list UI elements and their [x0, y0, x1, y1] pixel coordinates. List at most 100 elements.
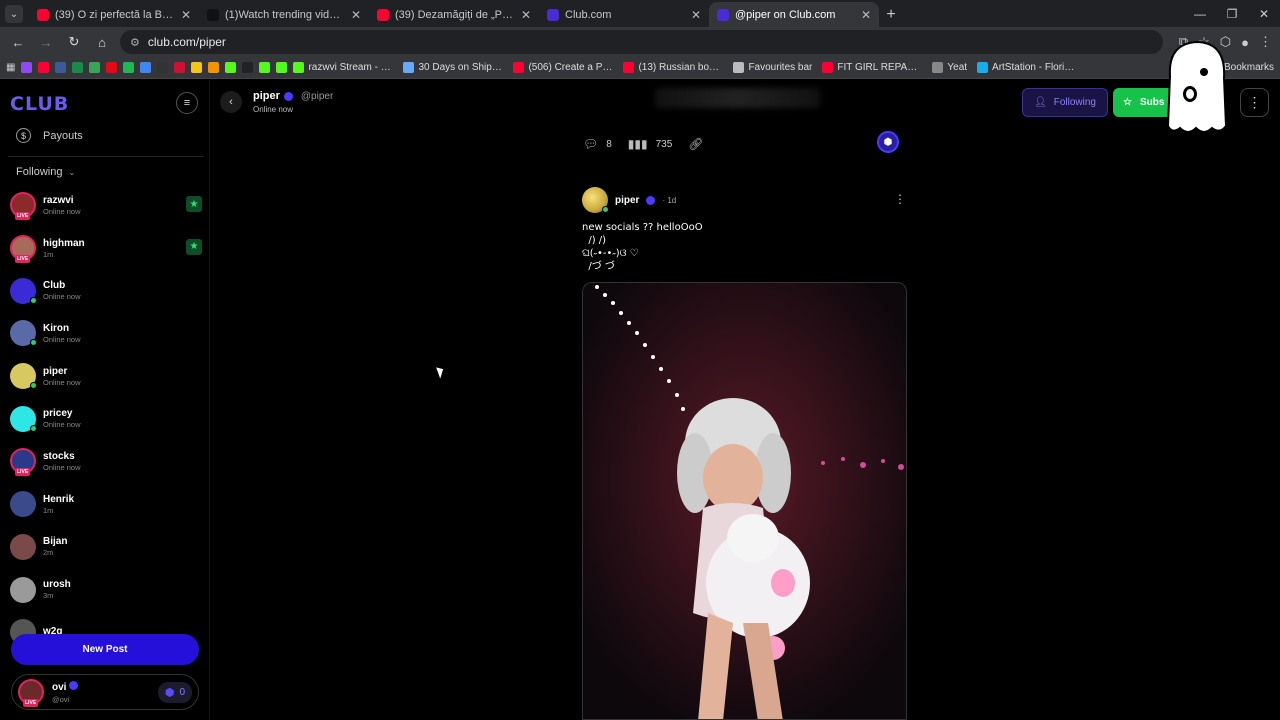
club-badge-icon[interactable]: ⬢ [877, 131, 899, 153]
browser-tab[interactable]: (39) Dezamăgiți de „Parisul” Ch ✕ [369, 2, 539, 27]
url-field[interactable]: ⚙ club.com/piper [120, 30, 1163, 54]
verified-icon [69, 680, 79, 690]
new-post-button[interactable]: New Post [11, 634, 199, 665]
menu-icon[interactable]: ≡ [176, 92, 198, 114]
restore-icon[interactable]: ❐ [1216, 7, 1248, 21]
tab-close-icon[interactable]: ✕ [861, 8, 871, 22]
post-author-avatar[interactable] [582, 187, 609, 213]
link-icon[interactable]: 🔗︎ [688, 137, 703, 151]
profile-name: piper @piper [253, 90, 334, 102]
avatar [10, 320, 37, 347]
sidebar-item-highman[interactable]: LIVE highman 1m ★ [10, 227, 202, 270]
url-text: club.com/piper [147, 35, 226, 49]
post-author[interactable]: piper [615, 195, 639, 206]
sidebar-item-stocks[interactable]: LIVE stocks Online now [10, 440, 202, 483]
post-image[interactable] [582, 282, 907, 720]
back-button[interactable]: ‹ [220, 91, 242, 113]
back-icon[interactable]: ← [8, 32, 28, 52]
fl-icon[interactable] [55, 62, 67, 73]
browser-tab[interactable]: @piper on Club.com ✕ [709, 2, 879, 27]
bookmark-item[interactable]: Yeat [932, 62, 967, 73]
tab-favicon-icon [717, 8, 729, 21]
sidebar-item-bijan[interactable]: Bijan 2m [10, 526, 202, 569]
bookmark-label: ArtStation - Florian... [992, 62, 1078, 73]
sidebar-item-pricey[interactable]: pricey Online now [10, 397, 202, 440]
m-icon[interactable] [242, 62, 254, 73]
post-photo [583, 283, 906, 719]
red-icon[interactable] [174, 62, 186, 73]
green-x-icon-2[interactable] [259, 62, 271, 73]
post-menu-icon[interactable]: ⋮ [894, 192, 906, 206]
bookmark-item[interactable]: 30 Days on Ship on... [403, 62, 503, 73]
club-logo[interactable]: CLUB [10, 93, 69, 115]
chevron-down-icon: ⌄ [68, 167, 76, 177]
following-dropdown[interactable]: Following ⌄ [16, 166, 75, 178]
minimize-icon[interactable]: — [1184, 7, 1216, 21]
bookmark-favicon-icon [293, 62, 305, 73]
coin-balance[interactable]: ⬢ 0 [157, 681, 192, 703]
close-window-icon[interactable]: ✕ [1248, 7, 1280, 21]
orange-icon[interactable] [208, 62, 220, 73]
coin-count: 0 [179, 686, 185, 698]
green-x-icon[interactable] [225, 62, 237, 73]
bookmark-icon[interactable] [157, 62, 169, 73]
profile-header: piper @piper Online now [253, 90, 333, 114]
bookmark-item[interactable]: (506) Create a Proce... [513, 62, 613, 73]
tab-close-icon[interactable]: ✕ [521, 8, 531, 22]
bookmark-label: Favourites bar [748, 62, 813, 73]
chrome-icon[interactable] [140, 62, 152, 73]
blurred-title [655, 88, 820, 108]
maps-icon[interactable] [89, 62, 101, 73]
bookmark-item[interactable]: ArtStation - Florian... [977, 62, 1077, 73]
more-options-button[interactable]: ⋮ [1240, 88, 1269, 117]
tab-close-icon[interactable]: ✕ [691, 8, 701, 22]
user-card[interactable]: LIVE ovi @ovi ⬢ 0 [11, 674, 199, 710]
bookmark-item[interactable]: razwvi Stream - Wat... [293, 62, 393, 73]
bookmark-favicon-icon [977, 62, 989, 73]
following-button[interactable]: 👤︎ Following [1022, 88, 1108, 117]
profile-icon[interactable]: ● [1241, 35, 1249, 50]
user-handle: @ovi [52, 694, 70, 704]
twitch-icon[interactable] [21, 62, 33, 73]
tab-search-button[interactable]: ⌄ [5, 5, 23, 23]
forward-icon[interactable]: → [36, 32, 56, 52]
bookmark-item[interactable]: FIT GIRL REPACK SE... [822, 62, 922, 73]
following-name: Bijan [43, 536, 68, 548]
coin-icon: ⬢ [164, 686, 175, 699]
browser-tab[interactable]: (39) O zi perfectă la Brăila: ne-a ✕ [29, 2, 199, 27]
tab-title: (1)Watch trending videos for yo [225, 8, 345, 21]
sidebar-item-kiron[interactable]: Kiron Online now [10, 312, 202, 355]
payouts-link[interactable]: $ Payouts [16, 128, 83, 143]
tab-title: (39) O zi perfectă la Brăila: ne-a [55, 8, 175, 21]
following-status: Online now [43, 206, 81, 216]
apps-icon[interactable]: ▦ [6, 62, 15, 73]
browser-tab[interactable]: (1)Watch trending videos for yo ✕ [199, 2, 369, 27]
green-x-icon-3[interactable] [276, 62, 288, 73]
browser-tab[interactable]: Club.com ✕ [539, 2, 709, 27]
sidebar-item-club[interactable]: Club Online now [10, 269, 202, 312]
sidebar-item-piper[interactable]: piper Online now [10, 355, 202, 398]
netflix-icon[interactable] [106, 62, 118, 73]
browser-menu-icon[interactable]: ⋮ [1259, 34, 1272, 50]
sidebar-item-urosh[interactable]: urosh 3m [10, 568, 202, 611]
sidebar-item-henrik[interactable]: Henrik 1m [10, 483, 202, 526]
bookmark-item[interactable]: Favourites bar [733, 62, 812, 73]
tab-close-icon[interactable]: ✕ [351, 8, 361, 22]
wa-icon[interactable] [72, 62, 84, 73]
online-indicator [30, 382, 37, 390]
avatar [10, 491, 36, 518]
post-stats: 💬︎ 8 ▮▮▮ 735 🔗︎ [583, 137, 704, 151]
youtube-icon[interactable] [38, 62, 50, 73]
yellow-icon[interactable] [191, 62, 203, 73]
home-icon[interactable]: ⌂ [92, 32, 112, 52]
bookmark-favicon-icon [822, 62, 834, 73]
comment-icon[interactable]: 💬︎ [583, 137, 598, 151]
site-info-icon[interactable]: ⚙ [130, 36, 140, 49]
reload-icon[interactable]: ↻ [64, 32, 84, 52]
tab-close-icon[interactable]: ✕ [181, 8, 191, 22]
bookmark-item[interactable]: (13) Russian boy cry... [623, 62, 723, 73]
spotify-icon[interactable] [123, 62, 135, 73]
sidebar-item-razwvi[interactable]: LIVE razwvi Online now ★ [10, 184, 202, 227]
new-tab-button[interactable]: + [879, 2, 903, 27]
subscribed-star-icon: ★ [186, 196, 202, 212]
